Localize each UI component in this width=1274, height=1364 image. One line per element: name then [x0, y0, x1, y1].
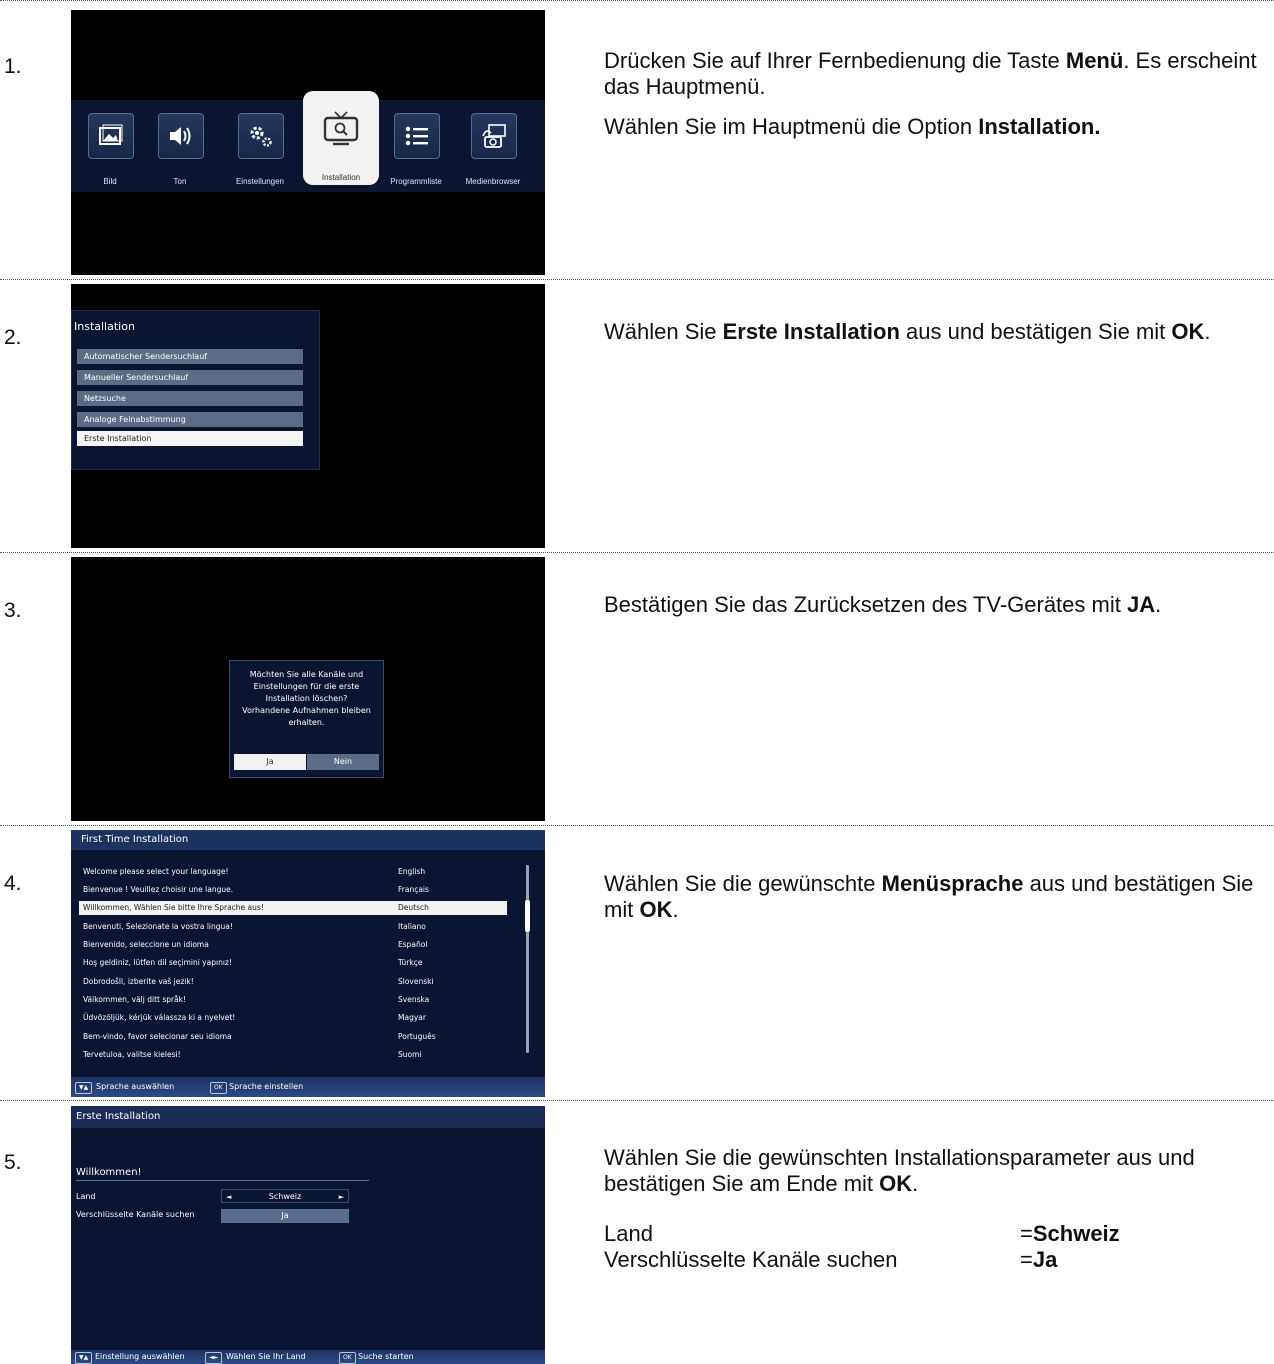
- language-row[interactable]: Welcome please select your language! Engl…: [79, 865, 507, 879]
- menu-label-media-browser: Medienbrowser: [465, 177, 521, 186]
- arrow-left-icon[interactable]: ◄: [226, 1190, 231, 1204]
- encrypted-channels-value[interactable]: Ja: [221, 1209, 349, 1223]
- dialog-question: Möchten Sie alle Kanäle und Einstellunge…: [242, 670, 371, 727]
- ok-key-icon: OK: [339, 1352, 356, 1364]
- setting-label-country: Land: [76, 1192, 96, 1201]
- step-4-instructions: Wählen Sie die gewünschte Menüsprache au…: [604, 871, 1254, 922]
- step-divider: [0, 552, 1274, 553]
- menu-row[interactable]: Analoge Feinabstimmung: [77, 412, 303, 427]
- screen-title: Erste Installation: [71, 1106, 545, 1128]
- step-number: 3.: [4, 599, 22, 622]
- footer-hint: Wählen Sie Ihr Land: [226, 1352, 306, 1361]
- up-down-key-icon: ▼▲: [75, 1352, 93, 1364]
- picture-icon[interactable]: [88, 113, 134, 159]
- language-row[interactable]: Dobrodošli, izberite vaš jezik! Slovenski: [79, 975, 507, 989]
- ok-key-icon: OK: [210, 1082, 227, 1094]
- language-row[interactable]: Benvenuti, Selezionate la vostra lingua!…: [79, 920, 507, 934]
- yes-button[interactable]: Ja: [234, 754, 306, 770]
- country-selector[interactable]: ◄ Schweiz ►: [221, 1189, 349, 1203]
- language-row[interactable]: Tervetuloa, valitse kielesi! Suomi: [79, 1048, 507, 1062]
- menu-row-selected[interactable]: Erste Installation: [77, 431, 303, 446]
- tv-installation-menu-screenshot: Installation Automatischer Sendersuchlau…: [71, 284, 545, 548]
- divider-line: [76, 1180, 369, 1181]
- panel-title: Installation: [74, 320, 135, 333]
- menu-label-channel-list: Programmliste: [390, 177, 442, 186]
- menu-label-settings: Einstellungen: [235, 177, 285, 186]
- step-divider: [0, 0, 1274, 1]
- country-value: Schweiz: [268, 1192, 302, 1201]
- language-row[interactable]: Välkommen, välj ditt språk! Svenska: [79, 993, 507, 1007]
- footer-hint: Suche starten: [358, 1352, 414, 1361]
- footer-hint: Sprache auswählen: [96, 1082, 175, 1091]
- footer-bar: ▼▲ Sprache auswählen OK Sprache einstell…: [71, 1077, 545, 1097]
- settings-gears-icon[interactable]: [238, 113, 284, 159]
- channel-list-icon[interactable]: [394, 113, 440, 159]
- menu-row[interactable]: Manueller Sendersuchlauf: [77, 370, 303, 385]
- step-1-instructions: Drücken Sie auf Ihrer Fernbedienung die …: [604, 48, 1257, 139]
- menu-label-sound: Ton: [173, 177, 187, 186]
- menu-label-installation: Installation: [321, 173, 361, 182]
- screen-title: First Time Installation: [71, 830, 545, 850]
- step-number: 1.: [4, 55, 22, 78]
- language-row[interactable]: Bem-vindo, favor selecionar seu idioma Po…: [79, 1030, 507, 1044]
- param-row: Verschlüsselte Kanäle suchen = Ja: [604, 1247, 1058, 1272]
- tv-language-selection-screenshot: First Time Installation Welcome please s…: [71, 830, 545, 1097]
- step-2-instructions: Wählen Sie Erste Installation aus und be…: [604, 319, 1211, 344]
- sound-icon[interactable]: [158, 113, 204, 159]
- language-row[interactable]: Bienvenido, seleccione un idioma Español: [79, 938, 507, 952]
- language-row[interactable]: Bienvenue ! Veuillez choisir une langue.…: [79, 883, 507, 897]
- menu-row[interactable]: Automatischer Sendersuchlauf: [77, 349, 303, 364]
- scrollbar-thumb[interactable]: [525, 900, 530, 932]
- footer-hint: Sprache einstellen: [229, 1082, 304, 1091]
- footer-hint: Einstellung auswählen: [95, 1352, 185, 1361]
- step-number: 2.: [4, 326, 22, 349]
- language-row-selected[interactable]: Willkommen, Wählen Sie bitte Ihre Sprach…: [79, 901, 507, 915]
- step-5-instructions: Wählen Sie die gewünschten Installations…: [604, 1145, 1268, 1273]
- menu-row[interactable]: Netzsuche: [77, 391, 303, 406]
- language-row[interactable]: Üdvözöljük, kérjük válassza ki a nyelvet…: [79, 1011, 507, 1025]
- no-button[interactable]: Nein: [307, 754, 379, 770]
- step-divider: [0, 1100, 1274, 1101]
- installation-panel: [71, 310, 320, 470]
- language-row[interactable]: Hoş geldiniz, lütfen dil seçimini yapını…: [79, 956, 507, 970]
- scrollbar-track[interactable]: [526, 865, 529, 1053]
- step-number: 4.: [4, 872, 22, 895]
- tv-reset-dialog-screenshot: Möchten Sie alle Kanäle und Einstellunge…: [71, 557, 545, 821]
- step-number: 5.: [4, 1151, 22, 1174]
- footer-bar: ▼▲ Einstellung auswählen ◄► Wählen Sie I…: [71, 1350, 545, 1364]
- left-right-key-icon: ◄►: [205, 1352, 223, 1364]
- tv-first-installation-screenshot: Erste Installation Willkommen! Land ◄ Sc…: [71, 1106, 545, 1364]
- tv-main-menu-screenshot: Bild Ton Einstellungen Installation Prog…: [71, 10, 545, 275]
- installation-tv-icon[interactable]: [323, 110, 359, 153]
- up-down-key-icon: ▼▲: [75, 1082, 93, 1094]
- step-divider: [0, 279, 1274, 280]
- setting-label-encrypted: Verschlüsselte Kanäle suchen: [76, 1210, 195, 1219]
- welcome-heading: Willkommen!: [76, 1167, 142, 1178]
- menu-label-picture: Bild: [103, 177, 117, 186]
- media-browser-icon[interactable]: [471, 113, 517, 159]
- step-divider: [0, 825, 1274, 826]
- confirm-dialog: Möchten Sie alle Kanäle und Einstellunge…: [229, 660, 384, 778]
- param-row: Land = Schweiz: [604, 1221, 1120, 1246]
- arrow-right-icon[interactable]: ►: [339, 1190, 344, 1204]
- step-3-instructions: Bestätigen Sie das Zurücksetzen des TV-G…: [604, 592, 1162, 617]
